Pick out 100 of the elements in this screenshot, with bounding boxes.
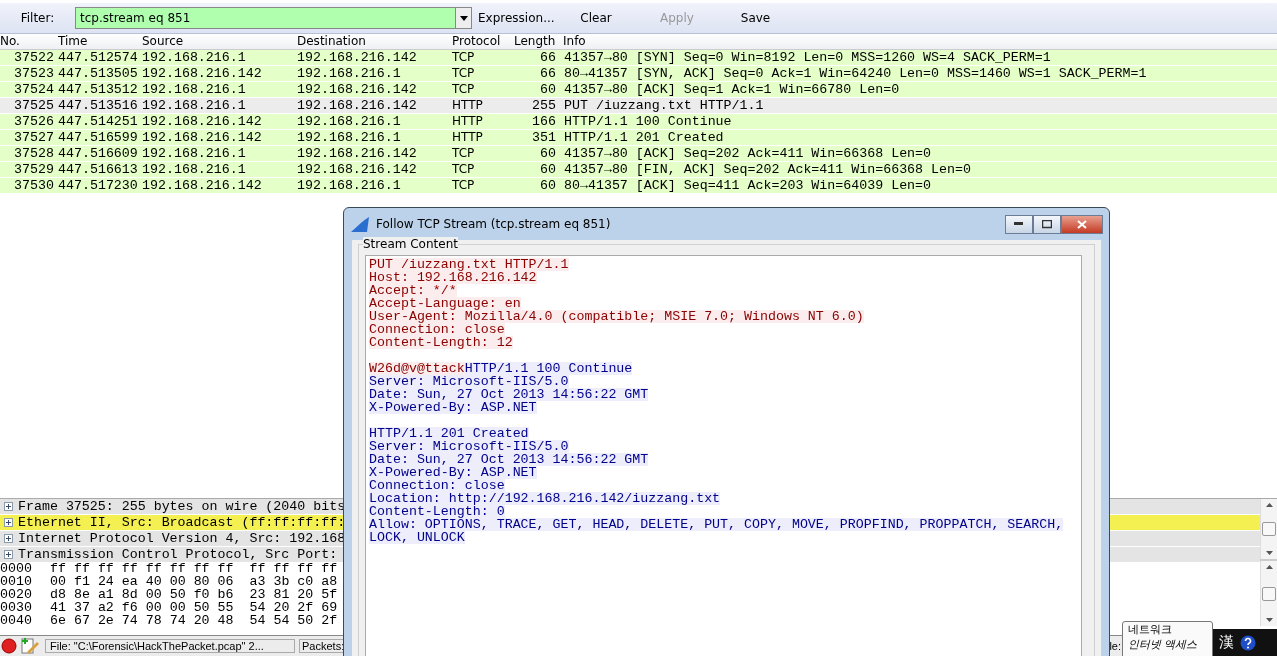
hex-bytes: d8 8e a1 8d 00 50 f0 b6 23 81 20 5f [50,588,338,601]
column-header[interactable]: Info [559,34,1277,49]
packet-row[interactable]: 37524 447.513512 192.168.216.1 192.168.216.142 TCP 60 41357→80 [ACK] Seq=1 Ack=1 Win=66780 Len=0 [0,82,1277,98]
scrollbar[interactable] [1260,561,1277,626]
table-cell-text: TCP [452,50,476,65]
minimize-button[interactable] [1005,214,1033,234]
fin-icon [350,216,370,232]
table-cell-text: 41357→80 [ACK] Seq=202 Ack=411 Win=66368 Len=0 [563,146,933,161]
hex-offset: 0040 [0,614,33,627]
packet-row[interactable]: 37522 447.512574 192.168.216.1 192.168.216.142 TCP 66 41357→80 [SYN] Seq=0 Win=8192 Len=0 MSS=1260 WS=4 SACK_PERM=1 [0,50,1277,66]
table-cell-text: 192.168.216.1 [297,178,402,193]
packet-row[interactable]: 37525 447.513516 192.168.216.1 192.168.216.142 HTTP 255 PUT /iuzzang.txt HTTP/1.1 [0,98,1277,114]
column-header[interactable]: Protocol [452,34,514,49]
packet-row[interactable]: 37527 447.516599 192.168.216.142 192.168.216.1 HTTP 351 HTTP/1.1 201 Created [0,130,1277,146]
table-cell-text: 80→41357 [ACK] Seq=411 Ack=203 Win=64039 Len=0 [563,178,933,193]
table-cell-text: 37527 [13,130,54,145]
table-cell-text: TCP [452,82,476,97]
hex-bytes: 00 f1 24 ea 40 00 80 06 a3 3b c0 a8 [50,575,338,588]
table-cell-text: HTTP/1.1 201 Created [563,130,725,145]
table-cell-text: 447.517230 [57,178,139,193]
stream-text: Host: 192.168.216.142 [369,271,537,284]
table-cell-text: 192.168.216.1 [142,146,247,161]
edit-icon[interactable] [21,637,39,655]
tree-label: Transmission Control Protocol, Src Port: [18,547,338,562]
column-header[interactable]: Length [514,34,559,49]
stream-text: HTTP/1.1 201 Created [369,427,529,440]
table-cell-text: 447.516609 [57,146,139,161]
table-cell-text: 351 [531,130,556,145]
table-cell-text: 37525 [13,98,54,113]
table-cell-text: HTTP [452,130,484,145]
stream-text: Server: Microsoft-IIS/5.0 [369,375,569,388]
column-header[interactable]: Time [54,34,142,49]
scroll-thumb[interactable] [1262,522,1276,536]
toolbar-button[interactable]: Save [718,11,793,25]
table-cell-text: 37523 [13,66,54,81]
expander-icon [4,518,13,527]
tooltip-title: 네트워크 [1128,622,1173,637]
stop-icon[interactable] [1,638,17,654]
table-cell-text: 37528 [13,146,54,161]
table-cell-text: 37524 [13,82,54,97]
packet-row[interactable]: 37529 447.516613 192.168.216.1 192.168.216.142 TCP 60 41357→80 [FIN, ACK] Seq=202 Ack=411 Win=66368 Len=0 [0,162,1277,178]
table-cell-text: 192.168.216.142 [142,178,263,193]
hex-offset: 0010 [0,575,33,588]
up-arrow-icon [1265,565,1273,569]
column-header[interactable]: Destination [297,34,452,49]
table-cell-text: 37522 [13,50,54,65]
stream-text: Accept: */* [369,284,457,297]
table-cell-text: 447.512574 [57,50,139,65]
toolbar-button[interactable]: Clear [556,11,636,25]
table-cell-text: 60 [539,82,556,97]
table-cell-text: 447.516613 [57,162,139,177]
stream-text: Content-Length: 0 [369,505,505,518]
table-cell-text: TCP [452,146,476,161]
hex-bytes: 41 37 a2 f6 00 00 50 55 54 20 2f 69 [50,601,338,614]
status-profile: le: [1109,640,1121,652]
table-cell-text: 192.168.216.1 [297,114,402,129]
stream-text: Connection: close [369,323,505,336]
table-cell-text: 192.168.216.142 [142,130,263,145]
scrollbar[interactable] [1260,499,1277,559]
column-header[interactable]: Source [142,34,297,49]
table-cell-text: 192.168.216.142 [297,162,418,177]
maximize-icon [1042,219,1052,229]
packet-row[interactable]: 37523 447.513505 192.168.216.142 192.168.216.1 TCP 66 80→41357 [SYN, ACK] Seq=0 Ack=1 Win=64240 Len=0 MSS=1460 WS=1 SACK_PERM=1 [0,66,1277,82]
stream-text: X-Powered-By: ASP.NET [369,401,537,414]
close-button[interactable] [1061,214,1103,234]
packet-row[interactable]: 37526 447.514251 192.168.216.142 192.168.216.1 HTTP 166 HTTP/1.1 100 Continue [0,114,1277,130]
stream-text: User-Agent: Mozilla/4.0 (compatible; MSIE 7.0; Windows NT 6.0) [369,310,864,323]
table-cell-text: 41357→80 [FIN, ACK] Seq=202 Ack=411 Win=66368 Len=0 [563,162,972,177]
table-cell-text: 192.168.216.142 [297,50,418,65]
table-cell-text: 41357→80 [SYN] Seq=0 Win=8192 Len=0 MSS=1260 WS=4 SACK_PERM=1 [563,50,1052,65]
maximize-button[interactable] [1033,214,1061,234]
stream-text: X-Powered-By: ASP.NET [369,466,537,479]
packet-row[interactable]: 37528 447.516609 192.168.216.1 192.168.216.142 TCP 60 41357→80 [ACK] Seq=202 Ack=411 Win=66368 Len=0 [0,146,1277,162]
stream-text: Allow: OPTIONS, TRACE, GET, HEAD, DELETE, PUT, COPY, MOVE, PROPFIND, PROPPATCH, SEARCH, [369,518,1064,531]
table-cell-text: 192.168.216.142 [142,114,263,129]
help-icon[interactable] [1240,634,1256,651]
expander-icon [4,534,13,543]
table-cell-text: 447.513516 [57,98,139,113]
table-cell-text: TCP [452,178,476,193]
hex-bytes: ff ff ff ff ff ff ff ff ff ff ff ff [50,562,338,575]
packet-row[interactable]: 37530 447.517230 192.168.216.142 192.168.216.1 TCP 60 80→41357 [ACK] Seq=411 Ack=203 Win=64039 Len=0 [0,178,1277,194]
stream-text: Date: Sun, 27 Oct 2013 14:56:22 GMT [369,453,649,466]
table-cell-text: PUT /iuzzang.txt HTTP/1.1 [563,98,765,113]
expander-icon [4,550,13,559]
table-cell-text: 192.168.216.1 [142,98,247,113]
ime-key[interactable]: 漢 [1219,633,1234,652]
close-icon [1077,219,1087,229]
table-cell-text: 447.513512 [57,82,139,97]
table-cell-text: 192.168.216.1 [142,82,247,97]
table-cell-text: 60 [539,162,556,177]
dropdown-button[interactable] [455,8,471,28]
table-cell-text: 66 [539,66,556,81]
filter-input[interactable]: tcp.stream eq 851 [75,7,472,29]
table-cell-text: HTTP [452,98,484,113]
filter-label: Filter: [19,11,56,25]
table-cell-text: 166 [531,114,556,129]
table-cell-text: 66 [539,50,556,65]
scroll-thumb[interactable] [1262,586,1276,601]
expander-icon [4,502,13,511]
column-header[interactable]: No. [0,34,54,49]
